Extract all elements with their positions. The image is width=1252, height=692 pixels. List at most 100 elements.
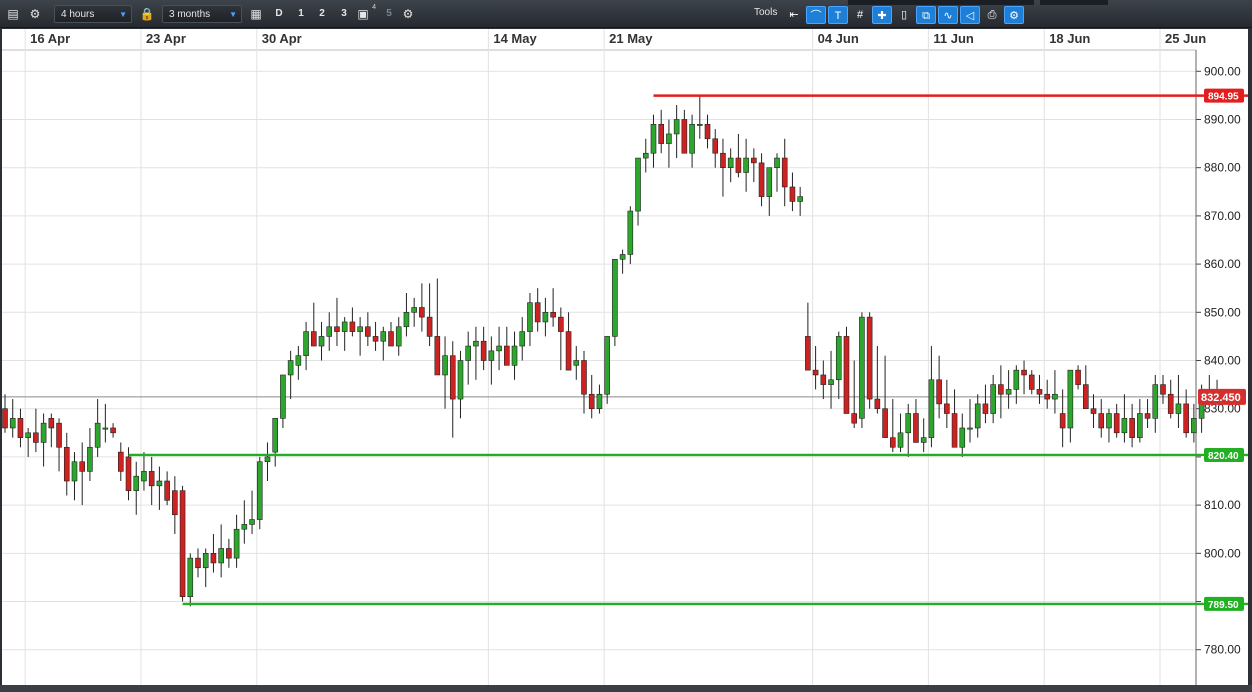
candle-down <box>1090 408 1097 414</box>
candle-down <box>704 124 711 140</box>
candle-down <box>164 480 170 501</box>
candle-up <box>156 480 163 487</box>
grid-icon[interactable]: # <box>850 6 870 24</box>
candle-down <box>1036 389 1043 395</box>
period-d-button[interactable]: D <box>270 5 288 23</box>
bottom-scrollbar[interactable] <box>0 685 1252 692</box>
price-chart[interactable]: 780.00800.00810.00820.00830.00840.00850.… <box>2 29 1248 685</box>
settings-icon[interactable]: ⚙ <box>1004 6 1024 24</box>
candle-down <box>982 403 989 414</box>
calendar-icon[interactable]: ▦ <box>247 5 265 23</box>
x-tick-label: 11 Jun <box>933 31 974 46</box>
y-tick-label: 780.00 <box>1204 643 1241 657</box>
candle-up <box>642 152 649 159</box>
price-level-label: 789.50 <box>1208 600 1239 611</box>
chevron-down-icon: ▼ <box>229 10 237 19</box>
candle-up <box>635 157 641 212</box>
candle-up <box>241 524 248 530</box>
candle-down <box>172 490 178 516</box>
candle-up <box>465 345 472 361</box>
candle-up <box>102 427 109 430</box>
y-tick-label: 880.00 <box>1204 161 1241 175</box>
period-1-button[interactable]: 1 <box>292 5 310 23</box>
candle-down <box>1059 413 1066 429</box>
copy-icon[interactable]: ⧉ <box>916 6 936 24</box>
candle-down <box>1021 369 1027 376</box>
list-icon[interactable]: ▤ <box>4 5 22 23</box>
crosshair-icon[interactable]: ✚ <box>872 6 892 24</box>
period-3-button[interactable]: 3 <box>335 5 353 23</box>
timeframe-dropdown[interactable]: 4 hours ▼ <box>54 5 132 23</box>
candle-up <box>326 326 333 337</box>
range-dropdown[interactable]: 3 months ▼ <box>162 5 242 23</box>
candle-down <box>426 316 433 337</box>
candle-up <box>612 258 618 337</box>
candle-up <box>1052 393 1058 400</box>
candle-up <box>87 446 93 472</box>
candle-up <box>94 422 101 448</box>
candle-up <box>272 418 279 453</box>
x-tick-label: 21 May <box>609 31 653 46</box>
candle-up <box>1121 418 1128 434</box>
candle-up <box>71 461 78 482</box>
gear-icon[interactable]: ⚙ <box>26 5 44 23</box>
candle-down <box>1160 384 1166 395</box>
candle-up <box>280 374 286 419</box>
candle-down <box>310 331 317 347</box>
toolbar-strip <box>1040 0 1108 5</box>
candle-down <box>998 384 1004 395</box>
window-edge <box>1248 28 1252 692</box>
settings-gear-icon[interactable]: ⚙ <box>399 5 417 23</box>
candle-up <box>403 311 410 328</box>
candle-up <box>287 360 294 376</box>
candle-up <box>1137 413 1143 438</box>
layers-icon[interactable]: ▣ 4 <box>354 4 376 23</box>
candle-up <box>727 157 734 168</box>
candle-up <box>473 340 479 347</box>
candle-down <box>449 355 456 400</box>
candle-up <box>689 124 695 154</box>
candle-icon[interactable]: ▯ <box>894 6 914 24</box>
candle-down <box>334 326 340 332</box>
timeframe-value: 4 hours <box>61 9 95 20</box>
period-4-label: 4 <box>372 4 376 11</box>
x-tick-label: 25 Jun <box>1165 31 1206 46</box>
candle-up <box>264 456 271 463</box>
text-tool-icon[interactable]: T <box>828 6 848 24</box>
candle-up <box>835 336 842 381</box>
candle-down <box>550 311 556 318</box>
back-arrow-icon[interactable]: ⇤ <box>784 6 804 24</box>
lock-icon[interactable]: 🔒 <box>138 5 156 23</box>
candle-down <box>2 408 8 429</box>
candle-up <box>25 432 31 438</box>
toolbar-strip <box>848 0 1034 5</box>
candle-up <box>542 311 549 323</box>
candlestick-chart[interactable]: 780.00800.00810.00820.00830.00840.00850.… <box>2 29 1248 685</box>
candle-up <box>249 519 255 525</box>
candle-down <box>1167 393 1174 414</box>
candle-up <box>187 557 194 597</box>
candle-down <box>1183 403 1189 434</box>
print-icon[interactable]: ⎙ <box>982 6 1002 24</box>
period-2-button[interactable]: 2 <box>313 5 331 23</box>
candle-up <box>1005 389 1012 395</box>
candle-up <box>1106 413 1112 429</box>
trend-line-icon[interactable]: ⌒ <box>806 6 826 24</box>
candle-up <box>627 210 634 255</box>
candle-up <box>457 360 464 400</box>
shape-icon[interactable]: ◁ <box>960 6 980 24</box>
candle-down <box>365 326 371 337</box>
candle-up <box>1152 384 1159 419</box>
candle-up <box>928 379 935 438</box>
indicator-icon[interactable]: ∿ <box>938 6 958 24</box>
candle-down <box>1028 374 1035 390</box>
candle-down <box>210 553 217 564</box>
candle-up <box>859 316 865 419</box>
y-tick-label: 800.00 <box>1204 546 1241 560</box>
candle-up <box>341 321 348 332</box>
chevron-down-icon: ▼ <box>119 10 127 19</box>
candle-down <box>882 408 888 438</box>
y-tick-label: 900.00 <box>1204 64 1241 78</box>
candle-down <box>820 374 827 385</box>
period-5-button[interactable]: 5 <box>380 5 398 23</box>
